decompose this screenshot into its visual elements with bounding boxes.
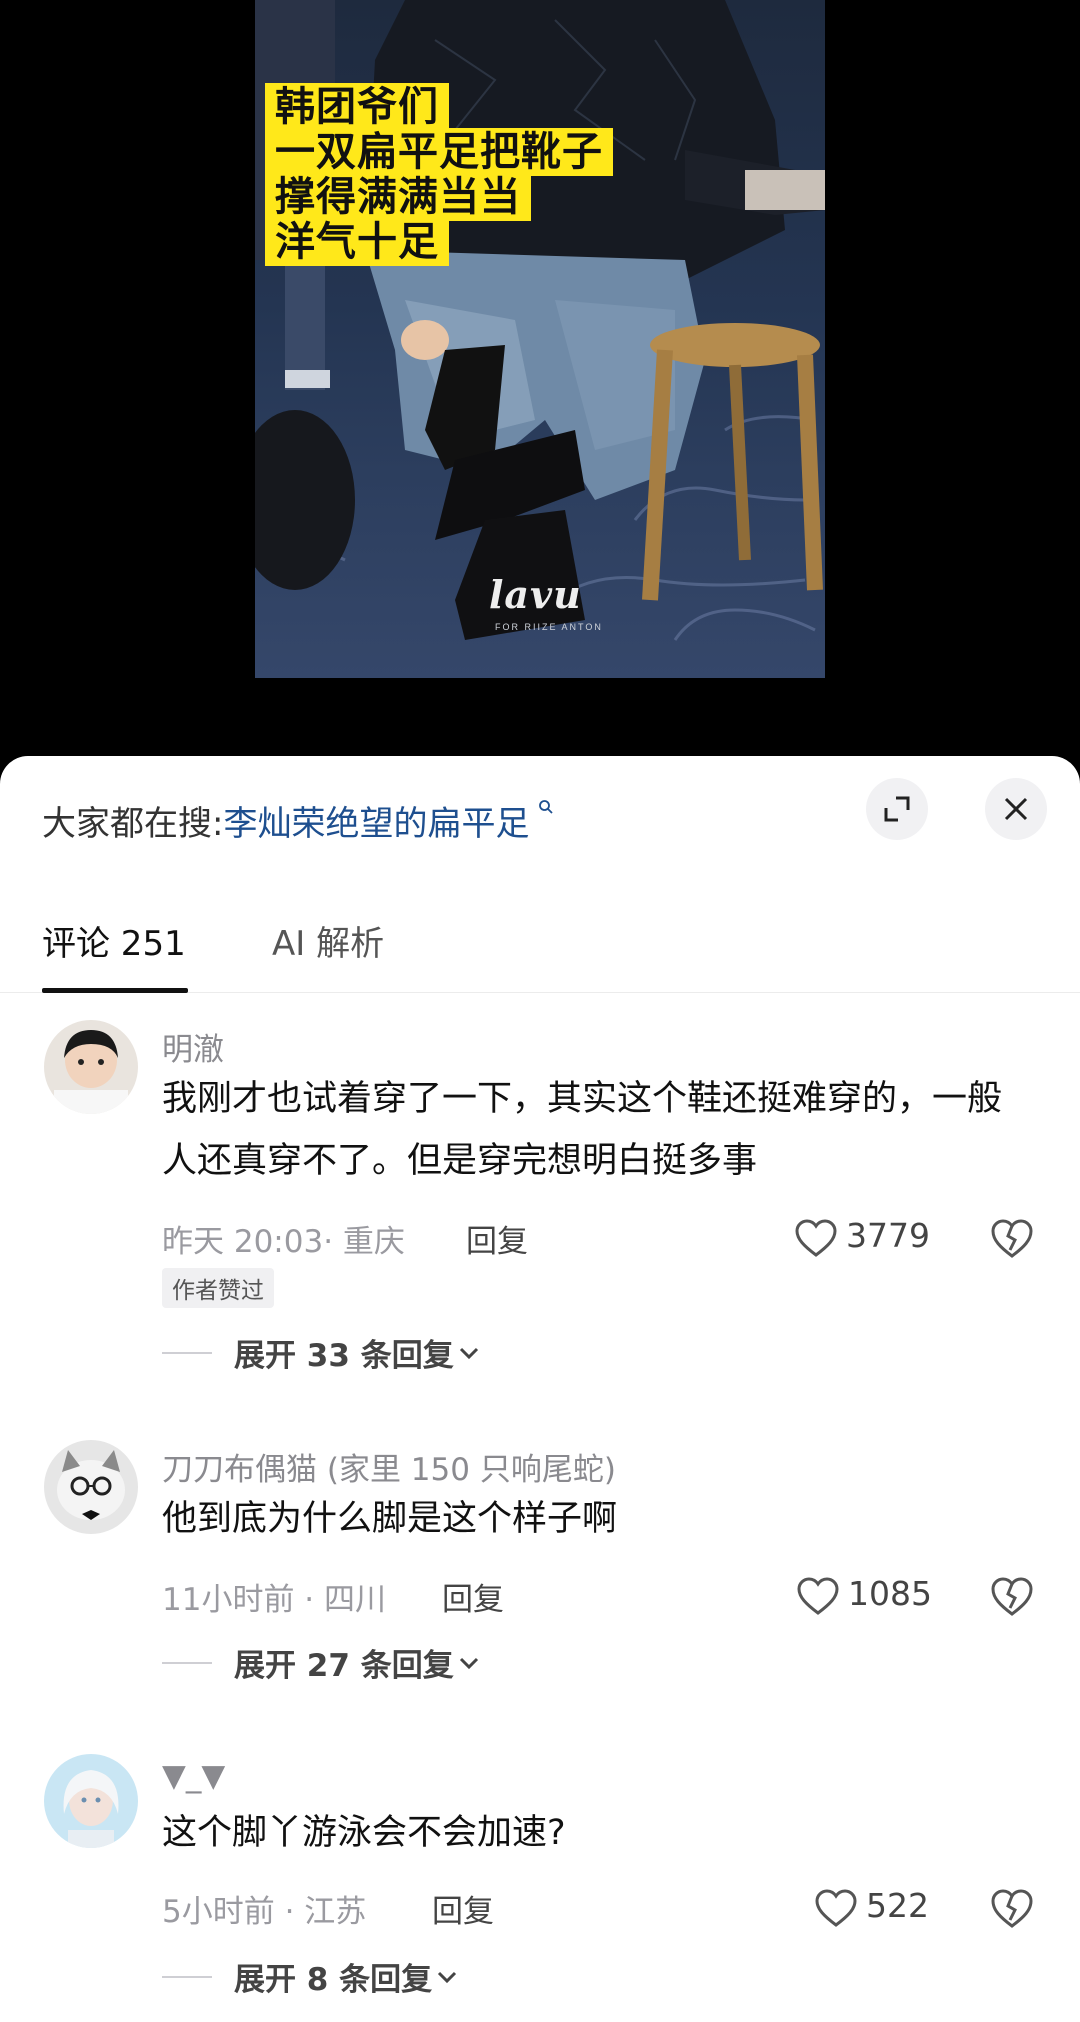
caption-line: 一双扁平足把靴子 [265, 128, 613, 176]
close-button[interactable] [985, 778, 1047, 840]
search-suggestion-term[interactable]: 李灿荣绝望的扁平足 [223, 804, 529, 844]
chevron-down-icon [459, 1657, 478, 1669]
chevron-down-icon [438, 1971, 457, 1983]
broken-heart-icon[interactable] [990, 1216, 1034, 1260]
video-caption: 韩团爷们 一双扁平足把靴子 撑得满满当当 洋气十足 [265, 83, 613, 266]
expand-replies-label: 展开 33 条回复 [234, 1338, 454, 1374]
expand-replies-button[interactable]: 展开 33 条回复 [162, 1330, 480, 1374]
broken-heart-icon[interactable] [990, 1886, 1034, 1930]
heart-icon[interactable] [796, 1576, 840, 1616]
brand-logo: lavu [489, 572, 582, 617]
tab-comments[interactable]: 评论 251 [42, 916, 186, 965]
active-tab-indicator [42, 988, 188, 993]
expand-replies-label: 展开 8 条回复 [234, 1962, 433, 1998]
brand-subtitle: FOR RIIZE ANTON [495, 622, 603, 632]
expand-replies-button[interactable]: 展开 27 条回复 [162, 1640, 480, 1684]
chevron-down-icon [459, 1347, 478, 1359]
comment-meta: 5小时前 · 江苏 [162, 1894, 367, 1930]
comment-username[interactable]: 刀刀布偶猫 (家里 150 只响尾蛇) [162, 1444, 616, 1489]
like-count: 522 [866, 1886, 929, 1925]
close-icon [1004, 797, 1028, 821]
caption-line: 撑得满满当当 [265, 173, 531, 221]
like-count: 1085 [848, 1574, 932, 1613]
author-liked-badge: 作者赞过 [162, 1268, 274, 1308]
comment-sheet: 大家都在搜:李灿荣绝望的扁平足 评论 251 AI 解析 明澈 我刚才也试着穿了… [0, 756, 1080, 2022]
divider-line [162, 1975, 212, 1978]
avatar[interactable] [44, 1440, 138, 1534]
like-count: 3779 [846, 1216, 930, 1255]
expand-icon [884, 796, 910, 822]
reply-button[interactable]: 回复 [466, 1216, 528, 1261]
fullscreen-button[interactable] [866, 778, 928, 840]
search-suggestion[interactable]: 大家都在搜:李灿荣绝望的扁平足 [42, 796, 554, 845]
reply-button[interactable]: 回复 [442, 1574, 504, 1619]
comment-meta: 11小时前 · 四川 [162, 1582, 387, 1618]
expand-replies-button[interactable]: 展开 8 条回复 [162, 1954, 458, 1998]
reply-button[interactable]: 回复 [432, 1886, 494, 1931]
comment-tabs: 评论 251 AI 解析 [0, 904, 1080, 993]
comment-meta: 昨天 20:03· 重庆 [162, 1224, 405, 1260]
divider-line [162, 1351, 212, 1354]
video-player[interactable]: 韩团爷们 一双扁平足把靴子 撑得满满当当 洋气十足 lavu FOR RIIZE… [0, 0, 1080, 760]
search-icon [531, 796, 553, 820]
avatar[interactable] [44, 1754, 138, 1848]
comment-username[interactable]: 明澈 [162, 1024, 224, 1069]
comment-text: 他到底为什么脚是这个样子啊 [162, 1499, 618, 1539]
caption-line: 洋气十足 [265, 218, 449, 266]
search-suggestion-prefix: 大家都在搜: [42, 804, 224, 844]
expand-replies-label: 展开 27 条回复 [234, 1648, 454, 1684]
comment-username[interactable]: ▼_▼ [162, 1758, 225, 1794]
divider-line [162, 1661, 212, 1664]
heart-icon[interactable] [794, 1218, 838, 1258]
comment-text: 我刚才也试着穿了一下，其实这个鞋还挺难穿的，一般人还真穿不了。但是穿完想明白挺多… [162, 1079, 1003, 1181]
tab-ai-analysis[interactable]: AI 解析 [272, 916, 384, 965]
heart-icon[interactable] [814, 1888, 858, 1928]
broken-heart-icon[interactable] [990, 1574, 1034, 1618]
caption-line: 韩团爷们 [265, 83, 449, 131]
comment-text: 这个脚丫游泳会不会加速? [162, 1813, 566, 1853]
avatar[interactable] [44, 1020, 138, 1114]
video-frame[interactable]: 韩团爷们 一双扁平足把靴子 撑得满满当当 洋气十足 lavu FOR RIIZE… [255, 0, 825, 678]
